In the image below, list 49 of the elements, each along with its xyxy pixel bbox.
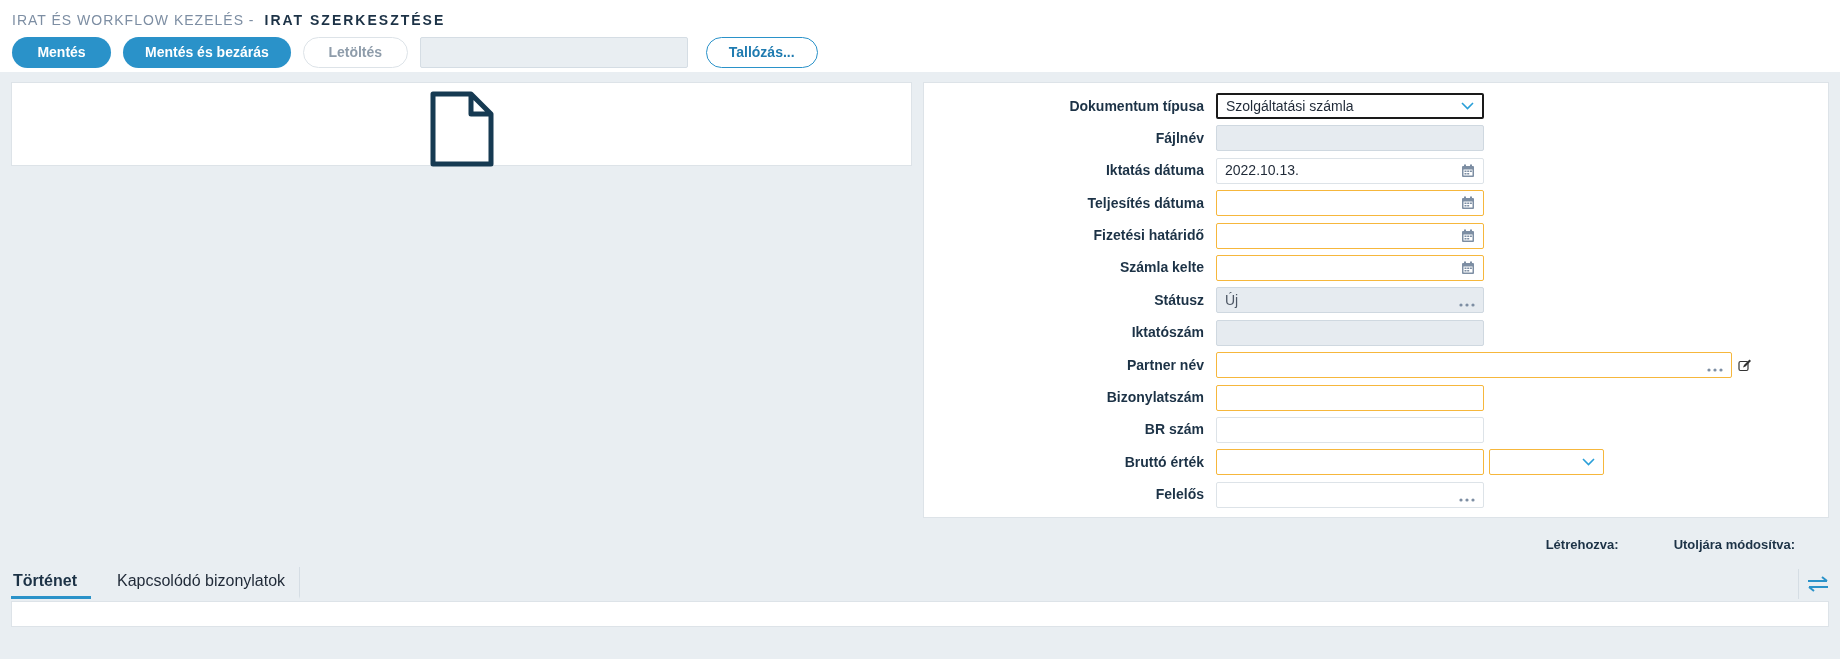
field-label: Fizetési határidő — [1092, 226, 1205, 246]
field-label: Teljesítés dátuma — [1086, 193, 1205, 213]
field-label: Iktatószám — [1130, 323, 1205, 343]
more-icon[interactable] — [1459, 497, 1475, 502]
field-label: Számla kelte — [1118, 258, 1205, 278]
breadcrumb-section: IRAT ÉS WORKFLOW KEZELÉS - — [12, 10, 255, 31]
lookup-field[interactable]: Új — [1216, 287, 1484, 314]
more-icon[interactable] — [1707, 368, 1723, 373]
date-field[interactable] — [1216, 254, 1484, 281]
field-label: Bizonylatszám — [1105, 388, 1205, 407]
lookup-field[interactable] — [1216, 352, 1732, 379]
field-label: Bruttó érték — [1123, 452, 1205, 472]
swap-icon[interactable] — [1807, 575, 1829, 592]
lookup-field[interactable] — [1216, 481, 1484, 508]
calendar-icon[interactable] — [1461, 260, 1475, 275]
calendar-icon[interactable] — [1461, 163, 1475, 178]
edit-icon[interactable] — [1738, 358, 1752, 372]
field-label: Fájlnév — [1154, 128, 1205, 148]
field-label: Felelős — [1154, 485, 1205, 505]
document-icon — [429, 91, 494, 167]
date-field[interactable] — [1216, 222, 1484, 249]
calendar-icon[interactable] — [1461, 196, 1475, 211]
input-field[interactable] — [1216, 384, 1484, 411]
tab[interactable]: Történet — [11, 566, 91, 599]
field-label: Státusz — [1153, 290, 1205, 310]
browse-button[interactable]: Tallózás... — [705, 37, 818, 68]
field-label: Iktatás dátuma — [1104, 161, 1205, 181]
input-field[interactable] — [1216, 125, 1484, 152]
date-field[interactable] — [1216, 190, 1484, 217]
field-label: Partner név — [1125, 355, 1205, 375]
input-field[interactable] — [1216, 319, 1484, 346]
file-field[interactable] — [419, 37, 688, 68]
currency-select[interactable] — [1489, 449, 1604, 476]
input-field[interactable] — [1216, 449, 1484, 476]
chevron-down-icon — [1582, 458, 1595, 467]
tab[interactable]: Kapcsolódó bizonylatok — [103, 566, 301, 599]
meta-label: Létrehozva: — [1545, 536, 1619, 554]
chevron-down-icon — [1461, 102, 1474, 110]
more-icon[interactable] — [1459, 303, 1475, 308]
field-label: Dokumentum típusa — [1068, 96, 1205, 116]
input-field[interactable] — [1216, 416, 1484, 443]
page-title: IRAT SZERKESZTÉSE — [264, 11, 446, 30]
toolbar-button[interactable]: Mentés — [12, 37, 111, 68]
select-field[interactable]: Szolgáltatási számla — [1216, 93, 1484, 119]
meta-label: Utoljára módosítva: — [1673, 536, 1795, 554]
toolbar-button[interactable]: Mentés és bezárás — [123, 37, 291, 68]
date-field[interactable]: 2022.10.13. — [1216, 157, 1484, 184]
field-label: BR szám — [1143, 420, 1205, 440]
calendar-icon[interactable] — [1461, 228, 1475, 243]
